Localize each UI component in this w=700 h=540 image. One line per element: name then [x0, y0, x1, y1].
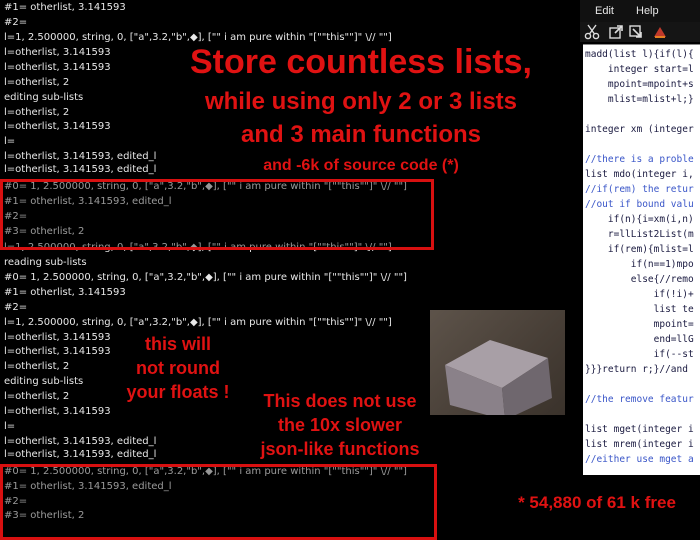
chat-line: l=1, 2.500000, string, 0, ["a",3.2,"b",◆…: [4, 317, 392, 328]
highlight-box-bottom: [0, 464, 437, 540]
note-floats-line3: your floats !: [126, 382, 230, 402]
code-line: integer start=l: [585, 64, 694, 75]
chat-line: l=otherlist, 3.141593, edited_l: [4, 436, 157, 447]
chat-line: l=: [4, 136, 16, 147]
chat-line: l=otherlist, 2: [4, 361, 70, 372]
paste-icon[interactable]: [628, 24, 644, 40]
note-json-line2: the 10x slower: [277, 415, 403, 435]
chat-line: l=: [4, 421, 16, 432]
chat-line: editing sub-lists: [4, 376, 84, 387]
editor-toolbar: [580, 22, 700, 42]
editor-menubar: Edit Help: [580, 0, 700, 22]
chat-line: #2=: [4, 17, 28, 28]
code-line: //out if bound valu: [585, 199, 694, 210]
copy-icon[interactable]: [608, 24, 624, 40]
code-line: r=llList2List(m: [585, 229, 694, 240]
chat-line: l=otherlist, 3.141593, edited_l: [4, 151, 157, 162]
script-editor-window: Edit Help madd(list l){if(l){ integer st…: [580, 0, 700, 525]
code-line: mpoint=: [585, 319, 694, 330]
code-line: else{//remo: [585, 274, 694, 285]
chat-line: reading sub-lists: [4, 257, 87, 268]
chat-line: #0= 1, 2.500000, string, 0, ["a",3.2,"b"…: [4, 272, 407, 283]
code-line: if(n){i=xm(i,n): [585, 214, 694, 225]
highlight-box-top: [0, 179, 434, 250]
clear-icon[interactable]: [652, 24, 668, 40]
chat-line: l=otherlist, 3.141593: [4, 406, 111, 417]
code-line: //the remove featur: [585, 394, 694, 405]
code-line: mlist=mlist+l;}: [585, 94, 694, 105]
note-floats-line2: not round: [136, 358, 220, 378]
code-line: mpoint=mpoint+s: [585, 79, 694, 90]
chat-line: l=otherlist, 3.141593: [4, 332, 111, 343]
code-line: list mdo(integer i,: [585, 169, 694, 180]
cut-icon[interactable]: [584, 24, 600, 40]
code-line: if(--st: [585, 349, 694, 360]
headline-three-functions: and 3 main functions: [240, 121, 482, 148]
headline-store-lists: Store countless lists,: [190, 43, 532, 81]
memory-free-label: * 54,880 of 61 k free: [518, 493, 676, 512]
menu-edit[interactable]: Edit: [595, 5, 614, 17]
code-line: //either use mget a: [585, 454, 694, 465]
code-line: list mrem(integer i: [585, 439, 694, 450]
code-line: if(rem){mlist=l: [585, 244, 694, 255]
chat-line: l=otherlist, 2: [4, 77, 70, 88]
code-line: list te: [585, 304, 694, 315]
chat-line: #2=: [4, 302, 28, 313]
chat-line: #1= otherlist, 3.141593: [4, 287, 126, 298]
code-line: //if(rem) the retur: [585, 184, 694, 195]
chat-line: l=otherlist, 3.141593: [4, 47, 111, 58]
chat-line: #1= otherlist, 3.141593: [4, 2, 126, 13]
cube-icon: [445, 340, 552, 415]
chat-line: l=otherlist, 3.141593, edited_l: [4, 164, 157, 175]
code-line: end=llG: [585, 334, 694, 345]
note-json-line1: This does not use: [263, 391, 417, 411]
code-editor[interactable]: madd(list l){if(l){ integer start=l mpoi…: [583, 44, 700, 475]
code-line: if(n==1)mpo: [585, 259, 694, 270]
code-line: //there is a proble: [585, 154, 694, 165]
chat-line: l=otherlist, 3.141593, edited_l: [4, 449, 157, 460]
menu-help[interactable]: Help: [636, 5, 659, 17]
headline-two-three-lists: while using only 2 or 3 lists: [204, 88, 518, 115]
chat-line: l=otherlist, 3.141593: [4, 346, 111, 357]
note-json-line3: json-like functions: [260, 439, 420, 459]
chat-line: l=otherlist, 3.141593: [4, 121, 111, 132]
cube-object-preview[interactable]: [430, 310, 565, 415]
note-floats-line1: this will: [144, 334, 211, 354]
code-line: if(!i)+: [585, 289, 694, 300]
chat-line: editing sub-lists: [4, 92, 84, 103]
chat-line: l=otherlist, 2: [4, 391, 70, 402]
chat-line: l=otherlist, 3.141593: [4, 62, 111, 73]
code-line: }}}return r;}//and: [585, 364, 688, 375]
headline-source-size: and -6k of source code (*): [263, 157, 459, 174]
chat-line: l=otherlist, 2: [4, 107, 70, 118]
code-line: integer xm (integer: [585, 124, 694, 135]
code-line: madd(list l){if(l){: [585, 49, 694, 60]
code-line: list mget(integer i: [585, 424, 694, 435]
